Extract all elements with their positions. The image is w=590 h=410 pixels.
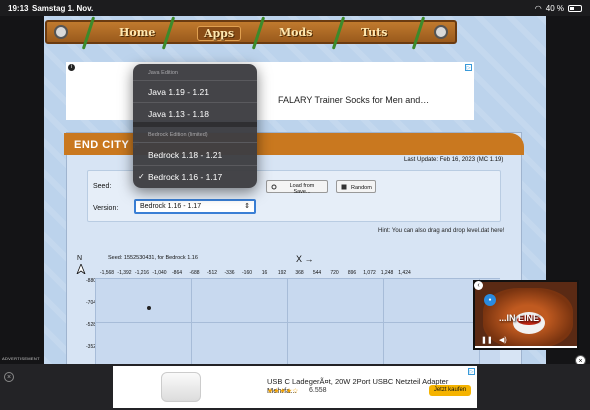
x-tick-label: 1,072	[363, 270, 376, 276]
status-right: ◠ 40 %	[535, 4, 582, 13]
ad-choices-icon[interactable]: ▷	[468, 368, 475, 375]
x-tick-label: 896	[347, 270, 357, 276]
video-collapse-icon[interactable]: ‹	[474, 281, 483, 290]
status-date: Samstag 1. Nov.	[32, 4, 94, 13]
bottom-ad-banner[interactable]: ▷ USB C LadegerÃ¤t, 20W 2Port USBC Netzt…	[113, 366, 477, 408]
x-tick-label: -336	[224, 270, 235, 276]
ad-info-icon[interactable]: i	[68, 64, 75, 71]
nav-tuts[interactable]: Tuts	[361, 26, 387, 39]
seed-label: Seed:	[93, 183, 112, 190]
x-tick-label: 1,424	[398, 270, 411, 276]
menu-separator	[133, 142, 257, 143]
x-tick-label: 368	[295, 270, 304, 276]
video-caption: ...IN EINE	[499, 313, 540, 323]
page-margin-left	[0, 16, 44, 364]
x-tick-label: -1,392	[117, 270, 132, 276]
x-tick-label: -864	[171, 270, 183, 276]
version-label: Version:	[93, 205, 119, 212]
battery-percent: 40 %	[545, 4, 564, 13]
x-tick-label: 720	[330, 270, 339, 276]
status-bar: 19:13 Samstag 1. Nov. ◠ 40 %	[0, 0, 590, 16]
map-grid-line	[383, 278, 384, 368]
x-tick-label: -512	[206, 270, 218, 276]
random-button[interactable]: Random	[336, 180, 376, 193]
version-select[interactable]: Bedrock 1.16 - 1.17 ⇕	[134, 199, 256, 214]
menu-item-bedrock-1-16[interactable]: Bedrock 1.16 - 1.17	[148, 172, 222, 182]
menu-group-separator	[133, 122, 257, 127]
map-marker[interactable]	[147, 306, 151, 310]
nav-apps[interactable]: Apps	[197, 26, 241, 41]
top-ad-text[interactable]: FALARY Trainer Socks for Men and…	[278, 95, 429, 105]
pause-icon[interactable]: ❚❚	[481, 336, 493, 344]
nav-home[interactable]: Home	[119, 26, 155, 39]
drag-drop-hint: Hint: You can also drag and drop level.d…	[378, 228, 505, 234]
charger-image	[161, 372, 201, 402]
last-update: Last Update: Feb 16, 2023 (MC 1.19)	[404, 157, 504, 163]
menu-header-bedrock: Bedrock Edition (limited)	[148, 132, 208, 138]
dice-icon	[341, 184, 347, 190]
version-dropdown-menu: Java Edition Java 1.19 - 1.21 Java 1.13 …	[133, 64, 257, 188]
map-grid-line	[191, 278, 192, 368]
menu-item-java-1-19[interactable]: Java 1.19 - 1.21	[148, 87, 209, 97]
buy-now-button[interactable]: Jetzt kaufen	[429, 385, 471, 396]
x-tick-label: 16	[261, 270, 268, 276]
x-axis-direction: X →	[296, 254, 314, 264]
battery-icon	[568, 5, 582, 12]
status-time: 19:13	[8, 4, 29, 13]
top-ad-banner[interactable]: i ▷ FALARY Trainer Socks for Men and…	[66, 62, 474, 120]
video-progress-bar	[475, 346, 577, 348]
close-ad-icon[interactable]: ×	[4, 372, 14, 382]
x-tick-label: -1,216	[134, 270, 150, 276]
menu-separator	[133, 80, 257, 81]
nav-mods[interactable]: Mods	[279, 26, 312, 39]
x-tick-label: 544	[312, 270, 322, 276]
x-tick-label: 192	[277, 270, 287, 276]
page-title: END CITY F	[74, 139, 140, 151]
x-tick-label: 1,248	[380, 270, 394, 276]
menu-separator	[133, 102, 257, 103]
video-ad[interactable]: ● ...IN EINE ❚❚ ◀)	[473, 280, 579, 350]
x-tick-label: -1,568	[99, 270, 115, 276]
review-count: 6.558	[309, 387, 327, 394]
chevron-updown-icon: ⇕	[244, 203, 250, 210]
map-grid-line	[95, 322, 500, 323]
map-grid-line	[95, 278, 96, 368]
menu-separator	[133, 165, 257, 166]
brand-badge-icon: ●	[484, 294, 496, 306]
x-tick-label: -688	[189, 270, 200, 276]
x-tick-label: -160	[241, 270, 253, 276]
speaker-icon[interactable]: ◀)	[499, 336, 507, 344]
map-grid-line	[287, 278, 288, 368]
wooden-nav-bar: Home Apps Mods Tuts	[45, 16, 457, 50]
checkmark-icon: ✓	[138, 172, 145, 181]
menu-item-java-1-13[interactable]: Java 1.13 - 1.18	[148, 109, 209, 119]
advertisement-label: ADVERTISEMENT	[2, 356, 40, 361]
map-seed-caption: Seed: 1552530431, for Bedrock 1.16	[108, 255, 198, 261]
load-from-save-button[interactable]: Load from Save...	[266, 180, 328, 195]
rating-stars: ★★★★☆	[267, 388, 299, 395]
wifi-icon: ◠	[534, 4, 542, 13]
ad-choices-icon[interactable]: ▷	[465, 64, 472, 71]
load-from-save-label: Load from Save...	[289, 183, 315, 195]
nail-icon	[54, 25, 68, 39]
compass-north-label: N	[77, 255, 83, 262]
refresh-icon	[271, 184, 277, 190]
x-tick-label: -1,040	[152, 270, 167, 276]
nail-icon	[434, 25, 448, 39]
map-grid-line	[95, 278, 500, 279]
menu-header-java: Java Edition	[148, 70, 178, 76]
random-label: Random	[351, 184, 372, 191]
version-select-value: Bedrock 1.16 - 1.17	[140, 203, 202, 210]
seed-map[interactable]	[95, 278, 500, 368]
menu-item-bedrock-1-18[interactable]: Bedrock 1.18 - 1.21	[148, 150, 222, 160]
